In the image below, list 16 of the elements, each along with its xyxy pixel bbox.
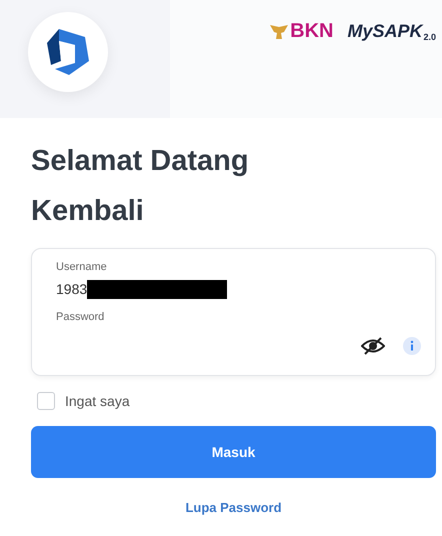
eye-slash-icon[interactable] (361, 337, 385, 355)
username-label: Username (56, 261, 108, 273)
bkn-logo-text: BKN (290, 20, 334, 43)
username-value[interactable]: 1983 (56, 281, 88, 297)
eagle-emblem-icon (270, 24, 288, 40)
info-icon[interactable] (403, 337, 421, 355)
cube-logo-icon (45, 27, 91, 77)
mysapk-logo-text: MySAPK (347, 21, 422, 42)
remember-checkbox[interactable] (37, 392, 55, 410)
password-label: Password (56, 311, 106, 323)
login-button[interactable]: Masuk (31, 426, 436, 478)
version-label: 2.0 (423, 32, 436, 42)
welcome-title: Selamat Datang (31, 144, 250, 179)
forgot-password-link[interactable]: Lupa Password (31, 500, 436, 515)
remember-label: Ingat saya (65, 393, 130, 409)
welcome-title: Kembali (31, 194, 145, 229)
